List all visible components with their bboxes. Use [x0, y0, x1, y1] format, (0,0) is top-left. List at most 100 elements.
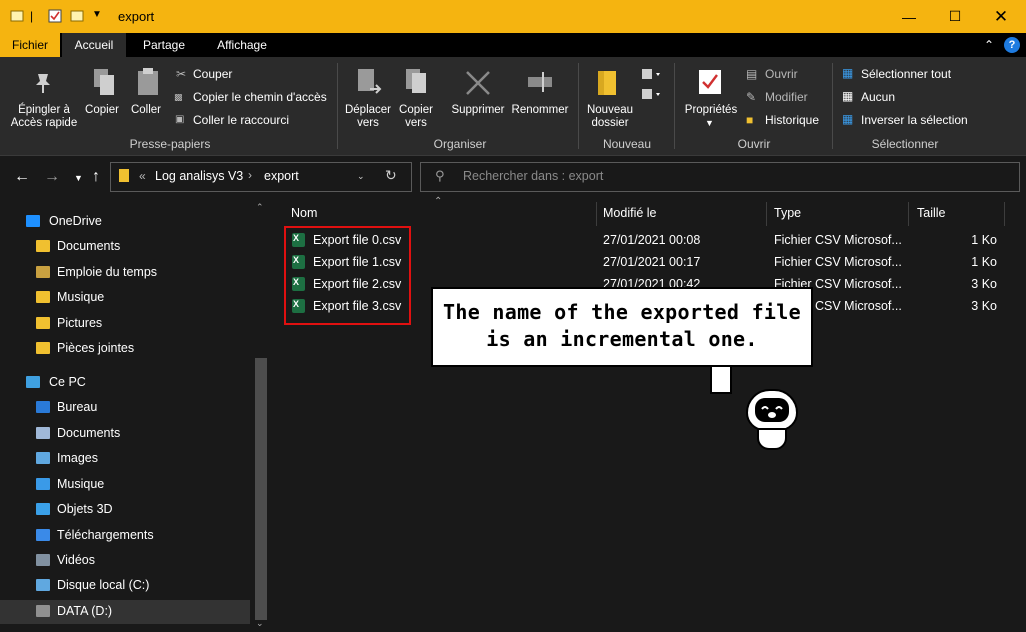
file-modified: 27/01/2021 00:42	[603, 277, 701, 291]
window-title: export	[118, 9, 155, 24]
nav-item[interactable]: Musique	[0, 286, 250, 310]
column-header-size[interactable]: Taille	[917, 206, 946, 220]
nav-item-label: Vidéos	[57, 553, 95, 567]
nav-item[interactable]: Vidéos	[0, 549, 250, 573]
nav-item[interactable]: Pictures	[0, 312, 250, 336]
column-separator[interactable]	[766, 202, 767, 226]
breadcrumb-export[interactable]: export	[264, 169, 299, 183]
tab-affichage[interactable]: Affichage	[206, 33, 278, 57]
address-history-icon[interactable]: ⌄	[357, 171, 365, 182]
copy-path-button[interactable]: Copier le chemin d'accès	[193, 90, 327, 104]
breadcrumb-overflow[interactable]: «	[139, 169, 146, 183]
chevron-down-icon[interactable]: ▼	[705, 118, 714, 128]
nav-item[interactable]: DATA (D:)	[0, 600, 250, 624]
address-row: ← → ▼ ↑ « Log analisys V3 › export ⌄ ↻ ⚲…	[0, 156, 1026, 196]
tab-partage[interactable]: Partage	[132, 33, 196, 57]
copy-to-button[interactable]: Copier vers	[394, 104, 438, 130]
nav-item-label: Documents	[57, 426, 121, 440]
help-icon[interactable]: ?	[1004, 37, 1020, 53]
history-button[interactable]: Historique	[765, 113, 819, 127]
select-all-icon: ▦	[842, 66, 854, 80]
modify-button[interactable]: Modifier	[765, 90, 808, 104]
nav-item-label: Emploie du temps	[57, 265, 158, 279]
move-to-button[interactable]: Déplacer vers	[342, 104, 394, 130]
column-header-name[interactable]: Nom	[291, 206, 317, 220]
nav-item-label: Pictures	[57, 316, 103, 330]
nav-item-label: Disque local (C:)	[57, 578, 150, 592]
nav-item[interactable]: Emploie du temps	[0, 261, 250, 285]
file-size: 1 Ko	[971, 255, 997, 269]
nav-item[interactable]: Musique	[0, 473, 250, 497]
pin-quick-access-button[interactable]: Épingler à Accès rapide	[6, 104, 82, 130]
column-separator[interactable]	[908, 202, 909, 226]
column-separator[interactable]	[1004, 202, 1005, 226]
tab-fichier[interactable]: Fichier	[0, 33, 60, 57]
cut-button[interactable]: Couper	[193, 67, 232, 81]
nav-item-label: Objets 3D	[57, 502, 113, 516]
nav-item[interactable]: OneDrive	[0, 210, 250, 234]
nav-item[interactable]: Documents	[0, 235, 250, 259]
search-input[interactable]: Rechercher dans : export	[463, 169, 603, 183]
tab-accueil[interactable]: Accueil	[62, 33, 126, 57]
computer-icon	[26, 376, 40, 388]
nav-item-label: Images	[57, 451, 98, 465]
folder-icon	[36, 291, 50, 303]
column-separator[interactable]	[596, 202, 597, 226]
select-all-button[interactable]: Sélectionner tout	[861, 67, 951, 81]
3d-objects-icon	[36, 503, 50, 515]
move-to-icon	[356, 67, 382, 100]
address-bar[interactable]: « Log analisys V3 › export ⌄ ↻	[110, 162, 412, 192]
paste-button[interactable]: Coller	[126, 104, 166, 117]
nav-item[interactable]: Disque local (C:)	[0, 574, 250, 598]
back-arrow-icon[interactable]: ←	[14, 168, 30, 186]
column-header-modified[interactable]: Modifié le	[603, 206, 657, 220]
network-folder-icon	[36, 266, 50, 278]
new-item-icon[interactable]	[640, 67, 666, 104]
new-folder-quick-icon[interactable]	[70, 9, 84, 23]
nav-item[interactable]: Objets 3D	[0, 498, 250, 522]
search-box[interactable]: ⚲ Rechercher dans : export	[420, 162, 1020, 192]
file-size: 3 Ko	[971, 277, 997, 291]
open-icon: ▤	[746, 67, 758, 81]
title-bar: | ▼ export — ☐ ✕	[0, 0, 1026, 33]
nav-item[interactable]: Bureau	[0, 396, 250, 420]
copy-button[interactable]: Copier	[82, 104, 122, 117]
breadcrumb-log-analisys[interactable]: Log analisys V3	[155, 169, 243, 183]
up-arrow-icon[interactable]: ↑	[92, 168, 100, 186]
nav-scrollbar-thumb[interactable]	[255, 358, 267, 620]
maximize-button[interactable]: ☐	[932, 0, 978, 33]
nav-item[interactable]: Ce PC	[0, 371, 250, 395]
properties-button[interactable]: Propriétés	[682, 104, 740, 117]
documents-icon	[36, 427, 50, 439]
recent-locations-icon[interactable]: ▼	[74, 173, 83, 183]
nav-item[interactable]: Pièces jointes	[0, 337, 250, 361]
history-icon: ■	[746, 113, 754, 127]
minimize-button[interactable]: —	[886, 0, 932, 33]
properties-quick-icon[interactable]	[48, 9, 62, 23]
nav-item[interactable]: Images	[0, 447, 250, 471]
nav-item[interactable]: Téléchargements	[0, 524, 250, 548]
new-folder-button[interactable]: Nouveau dossier	[582, 104, 638, 130]
delete-icon	[464, 69, 492, 100]
forward-arrow-icon[interactable]: →	[44, 168, 60, 186]
cut-icon: ✂	[176, 67, 187, 81]
nav-item[interactable]: Documents	[0, 422, 250, 446]
folder-icon	[36, 342, 50, 354]
column-header-type[interactable]: Type	[774, 206, 801, 220]
breadcrumb-separator-icon[interactable]: ›	[248, 168, 252, 182]
edit-icon: ✎	[746, 90, 757, 104]
customize-toolbar-icon[interactable]: ▼	[92, 9, 102, 23]
rename-button[interactable]: Renommer	[508, 104, 572, 117]
refresh-icon[interactable]: ↻	[385, 167, 397, 184]
open-button[interactable]: Ouvrir	[765, 67, 798, 81]
delete-button[interactable]: Supprimer	[446, 104, 510, 117]
download-icon	[36, 529, 50, 541]
collapse-ribbon-icon[interactable]: ⌃	[984, 38, 994, 52]
paste-shortcut-button[interactable]: Coller le raccourci	[193, 113, 289, 127]
scroll-up-icon[interactable]: ⌃	[256, 202, 264, 213]
file-size: 1 Ko	[971, 233, 997, 247]
invert-selection-button[interactable]: Inverser la sélection	[861, 113, 968, 127]
group-label-presse-papiers: Presse-papiers	[129, 137, 211, 151]
close-button[interactable]: ✕	[978, 0, 1024, 33]
select-none-button[interactable]: Aucun	[861, 90, 895, 104]
